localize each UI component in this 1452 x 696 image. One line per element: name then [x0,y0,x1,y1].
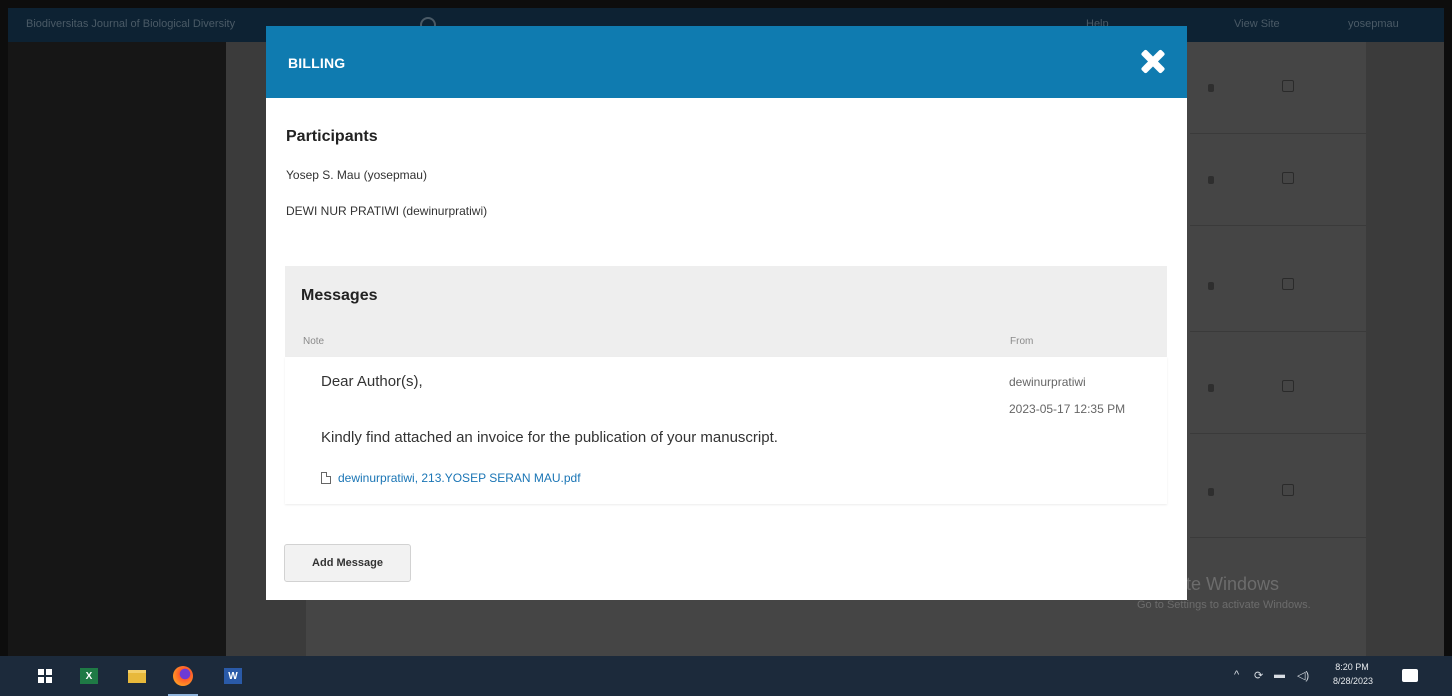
clock-date: 8/28/2023 [1333,676,1374,686]
comment-icon [1208,84,1214,92]
messages-title: Messages [301,287,378,304]
comment-icon [1208,282,1214,290]
background-row [1190,240,1366,332]
column-header-from: From [1010,336,1034,347]
watermark-subtitle: Go to Settings to activate Windows. [1137,599,1311,611]
background-row [1190,134,1366,226]
windows-taskbar: X W ^ ⟳ ▬ ◁) 8:20 PM 8/28/2023 [0,656,1452,696]
firefox-taskbar-button[interactable] [164,656,202,696]
add-message-button[interactable]: Add Message [284,544,411,582]
user-menu-link[interactable]: yosepmau [1348,18,1399,30]
folder-icon [128,669,146,683]
column-header-note: Note [303,336,325,347]
tray-chevron-icon[interactable]: ^ [1234,669,1239,681]
checkbox [1282,172,1294,184]
checkbox [1282,80,1294,92]
comment-icon [1208,384,1214,392]
message-sender: dewinurpratiwi [1009,375,1086,389]
message-timestamp: 2023-05-17 12:35 PM [1009,402,1126,416]
word-icon: W [224,668,242,684]
modal-header: BILLING [266,26,1187,98]
site-title[interactable]: Biodiversitas Journal of Biological Dive… [26,18,235,30]
file-explorer-taskbar-button[interactable] [118,656,156,696]
app-sidebar [8,42,226,656]
checkbox [1282,278,1294,290]
billing-modal: BILLING Participants Yosep S. Mau (yosep… [266,26,1187,600]
message-body: Kindly find attached an invoice for the … [321,429,778,446]
checkbox [1282,484,1294,496]
messages-panel: Messages Note From Dear Author(s), Kindl… [285,266,1167,504]
background-row [1190,446,1366,538]
clock-time: 8:20 PM [1335,662,1369,672]
background-row [1190,42,1366,134]
comment-icon [1208,488,1214,496]
modal-title: BILLING [288,55,346,71]
view-site-link[interactable]: View Site [1234,18,1280,30]
close-icon[interactable] [1137,46,1169,78]
volume-icon[interactable]: ◁) [1297,669,1309,682]
message-row: Dear Author(s), Kindly find attached an … [285,357,1167,504]
network-icon[interactable]: ▬ [1274,669,1285,681]
checkbox [1282,380,1294,392]
file-icon [321,472,331,484]
participant-item: Yosep S. Mau (yosepmau) [286,168,427,182]
message-greeting: Dear Author(s), [321,373,423,390]
screen-frame-right [1444,0,1452,656]
screen-frame-left [0,0,8,656]
notification-icon[interactable] [1402,669,1418,682]
background-row [1190,342,1366,434]
screen-frame-top [0,0,1452,8]
attachment-filename[interactable]: dewinurpratiwi, 213.YOSEP SERAN MAU.pdf [338,471,581,485]
excel-icon: X [80,668,98,684]
participant-item: DEWI NUR PRATIWI (dewinurpratiwi) [286,204,488,218]
system-clock[interactable]: 8:20 PM 8/28/2023 [1333,660,1374,688]
participants-heading: Participants [286,128,378,145]
start-button[interactable] [26,656,64,696]
excel-taskbar-button[interactable]: X [70,656,108,696]
messages-header: Messages Note From [285,266,1167,357]
word-taskbar-button[interactable]: W [214,656,252,696]
comment-icon [1208,176,1214,184]
attachment-link[interactable]: dewinurpratiwi, 213.YOSEP SERAN MAU.pdf [321,471,581,485]
windows-icon [38,669,52,683]
sync-icon[interactable]: ⟳ [1254,669,1263,682]
firefox-icon [173,666,193,686]
